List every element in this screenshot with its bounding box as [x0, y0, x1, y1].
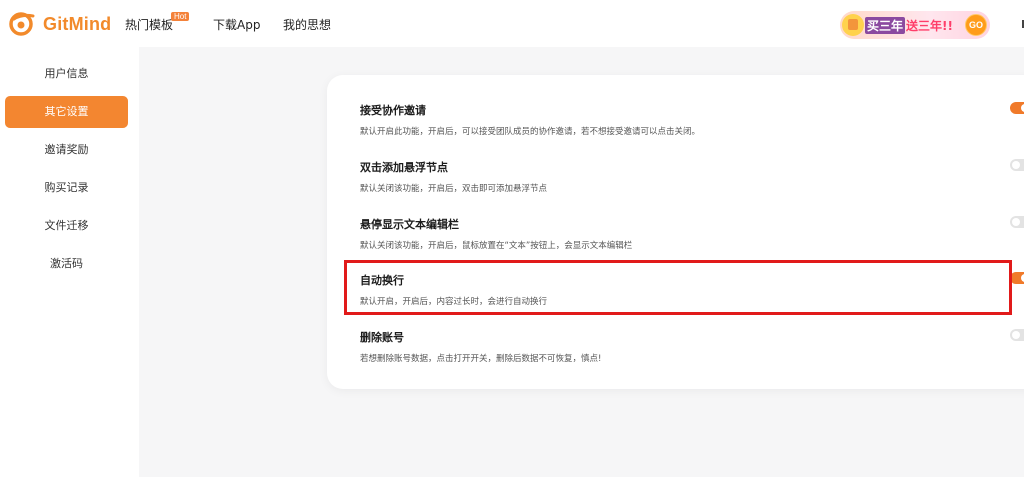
sidebar-item-purchase-history[interactable]: 购买记录 — [5, 172, 128, 204]
auto-wrap-toggle[interactable] — [1010, 272, 1024, 284]
hot-badge: Hot — [171, 12, 190, 21]
setting-hover-text-toolbar: 悬停显示文本编辑栏 默认关闭该功能，开启后，鼠标放置在“文本”按钮上，会显示文本… — [360, 216, 1024, 251]
promo-buy-text: 买三年 — [865, 16, 906, 34]
hover-text-toolbar-toggle[interactable] — [1010, 216, 1024, 228]
setting-description: 默认关闭该功能，开启后，双击即可添加悬浮节点 — [360, 184, 548, 194]
gitmind-logo[interactable]: GitMind — [8, 11, 111, 37]
setting-title: 接受协作邀请 — [360, 104, 426, 117]
setting-title: 删除账号 — [360, 331, 404, 344]
promo-banner[interactable]: 买三年 送三年!! GO — [840, 11, 990, 39]
nav-hot-templates[interactable]: 热门模板 — [125, 16, 173, 33]
settings-card: 接受协作邀请 默认开启此功能，开启后，可以接受团队成员的协作邀请，若不想接受邀请… — [327, 75, 1024, 389]
sidebar-item-file-migration[interactable]: 文件迁移 — [5, 210, 128, 242]
promo-gift-text: 送三年!! — [906, 18, 953, 33]
sidebar-item-invite-rewards[interactable]: 邀请奖励 — [5, 134, 128, 166]
sidebar-item-user-info[interactable]: 用户信息 — [5, 58, 128, 90]
sidebar-item-activation-code[interactable]: 激活码 — [5, 248, 128, 280]
top-header: GitMind 热门模板 Hot 下载App 我的思想 买三年 送三年!! GO — [0, 0, 1024, 47]
sidebar-item-other-settings[interactable]: 其它设置 — [5, 96, 128, 128]
setting-description: 若想删除账号数据，点击打开开关，删除后数据不可恢复，慎点! — [360, 354, 602, 364]
setting-delete-account: 删除账号 若想删除账号数据，点击打开开关，删除后数据不可恢复，慎点! — [360, 329, 1024, 364]
accept-invite-toggle[interactable] — [1010, 102, 1024, 114]
setting-title: 悬停显示文本编辑栏 — [360, 218, 459, 231]
highlight-box — [344, 260, 1012, 315]
setting-accept-invite: 接受协作邀请 默认开启此功能，开启后，可以接受团队成员的协作邀请，若不想接受邀请… — [360, 102, 1024, 137]
double-click-float-node-toggle[interactable] — [1010, 159, 1024, 171]
gitmind-logo-icon — [9, 12, 35, 36]
promo-go-button[interactable]: GO — [965, 14, 987, 36]
gift-icon — [842, 14, 864, 36]
setting-description: 默认关闭该功能，开启后，鼠标放置在“文本”按钮上，会显示文本编辑栏 — [360, 241, 633, 251]
setting-description: 默认开启此功能，开启后，可以接受团队成员的协作邀请，若不想接受邀请可以点击关闭。 — [360, 127, 701, 137]
logo-text: GitMind — [43, 13, 112, 34]
setting-title: 双击添加悬浮节点 — [360, 161, 448, 174]
delete-account-toggle[interactable] — [1010, 329, 1024, 341]
setting-double-click-float-node: 双击添加悬浮节点 默认关闭该功能，开启后，双击即可添加悬浮节点 — [360, 159, 1024, 194]
nav-my-thoughts[interactable]: 我的思想 — [283, 16, 331, 33]
nav-download-app[interactable]: 下载App — [213, 16, 260, 33]
settings-sidebar: 用户信息 其它设置 邀请奖励 购买记录 文件迁移 激活码 — [0, 47, 139, 477]
